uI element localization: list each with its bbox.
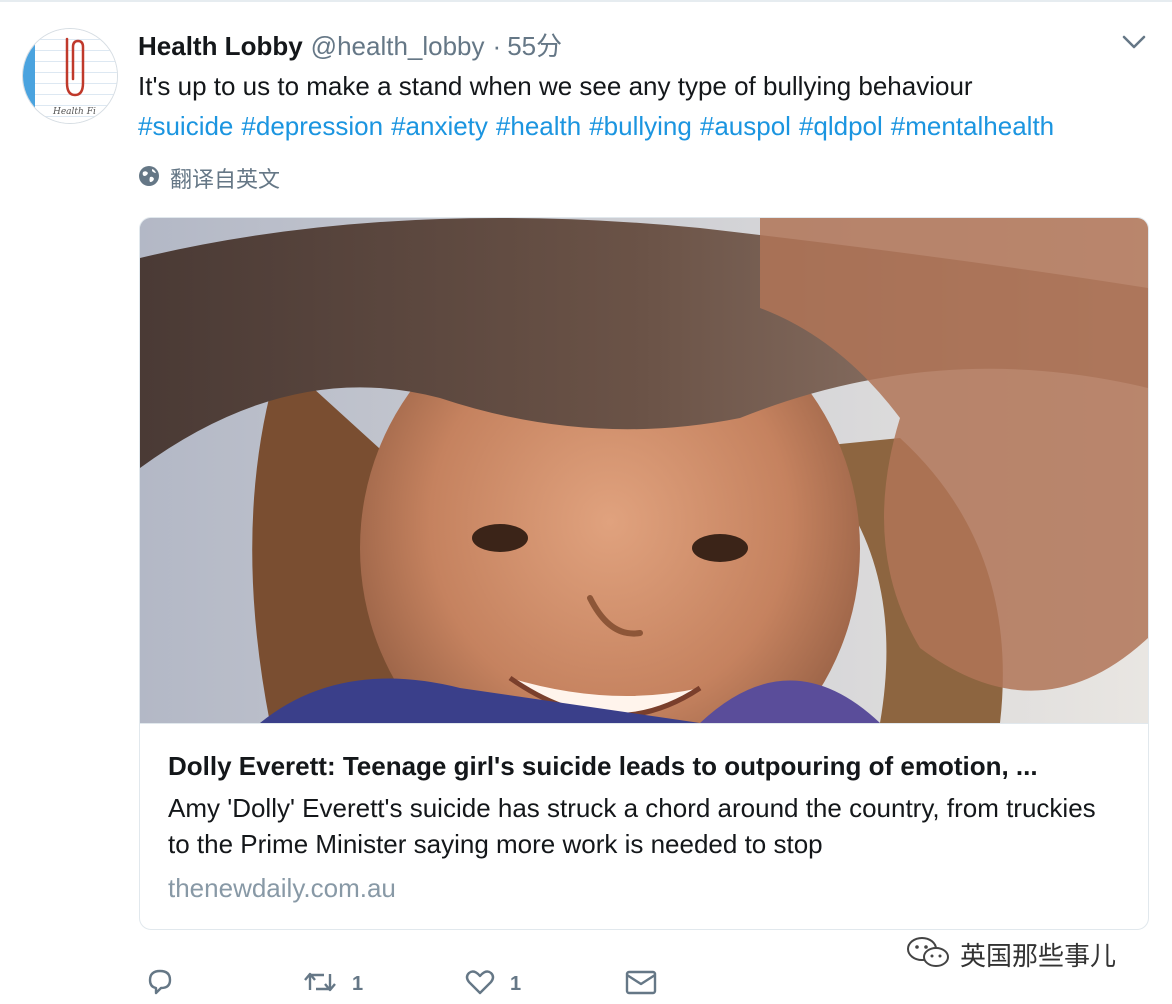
envelope-icon xyxy=(624,966,658,1003)
card-domain[interactable]: thenewdaily.com.au xyxy=(168,870,1120,906)
wechat-icon xyxy=(904,934,952,975)
hashtag-link[interactable]: #depression xyxy=(241,111,383,141)
translate-tweet-button[interactable]: 翻译自英文 xyxy=(138,162,280,194)
card-title[interactable]: Dolly Everett: Teenage girl's suicide le… xyxy=(168,748,1108,784)
hashtag-list: #suicide #depression #anxiety #health #bully… xyxy=(138,106,1148,146)
tweet-header: Health Lobby @health_lobby · 55分 xyxy=(138,26,562,63)
author-name[interactable]: Health Lobby xyxy=(138,31,303,62)
card-body: Dolly Everett: Teenage girl's suicide le… xyxy=(140,723,1148,929)
heart-icon xyxy=(464,966,496,1003)
card-photo xyxy=(140,218,1148,723)
hashtag-link[interactable]: #anxiety xyxy=(391,111,488,141)
tweet-actions: 1 1 xyxy=(138,964,738,1004)
avatar-brand-text: Health Fi xyxy=(53,107,96,117)
hashtag-link[interactable]: #auspol xyxy=(700,111,791,141)
hashtag-link[interactable]: #health xyxy=(496,111,581,141)
tweet: Health Fi Health Lobby @health_lobby · 5… xyxy=(0,0,1172,1004)
direct-message-button[interactable] xyxy=(624,964,658,1004)
hashtag-link[interactable]: #qldpol xyxy=(799,111,883,141)
avatar[interactable]: Health Fi xyxy=(22,28,118,124)
header-separator: · xyxy=(492,31,502,61)
tweet-timestamp[interactable]: 55分 xyxy=(507,26,562,63)
watermark: 英国那些事儿 xyxy=(904,932,1116,976)
reply-button[interactable] xyxy=(144,964,176,1004)
author-handle[interactable]: @health_lobby xyxy=(311,31,485,62)
watermark-text: 英国那些事儿 xyxy=(960,941,1117,972)
card-description: Amy 'Dolly' Everett's suicide has struck… xyxy=(168,793,1096,859)
tweet-text: It's up to us to make a stand when we se… xyxy=(138,71,973,101)
card-image xyxy=(140,218,1148,723)
translate-label: 翻译自英文 xyxy=(170,168,281,193)
like-button[interactable]: 1 xyxy=(464,964,521,1004)
hashtag-link[interactable]: #bullying xyxy=(589,111,692,141)
divider xyxy=(0,0,1172,2)
retweet-count: 1 xyxy=(352,972,364,995)
retweet-button[interactable]: 1 xyxy=(302,964,363,1004)
hashtag-link[interactable]: #suicide xyxy=(138,111,233,141)
chevron-down-icon[interactable] xyxy=(1120,32,1148,52)
like-count: 1 xyxy=(510,972,522,995)
retweet-icon xyxy=(302,966,338,1003)
link-card[interactable]: Dolly Everett: Teenage girl's suicide le… xyxy=(139,217,1149,930)
reply-icon xyxy=(144,966,176,1003)
globe-icon xyxy=(138,165,160,192)
hashtag-link[interactable]: #mentalhealth xyxy=(891,111,1054,141)
